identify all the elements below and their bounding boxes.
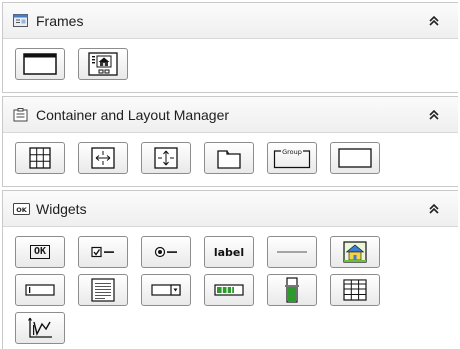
progress-bar-icon (214, 284, 244, 296)
frame-with-image-icon (88, 52, 118, 76)
container-section-icon (13, 108, 28, 122)
section-title: Container and Layout Manager (36, 106, 230, 123)
vertical-layout-button[interactable] (141, 142, 191, 174)
combo-box-icon (151, 284, 181, 296)
section-container-layout: Container and Layout Manager Group (2, 96, 458, 187)
grid-layout-button[interactable] (15, 142, 65, 174)
section-header-container-layout[interactable]: Container and Layout Manager (3, 97, 458, 133)
section-widgets: OK Widgets OK label (2, 190, 458, 349)
button-icon: OK (29, 245, 51, 259)
vertical-layout-icon (154, 147, 178, 169)
image-icon (343, 241, 367, 263)
separator-widget[interactable] (267, 236, 317, 268)
section-body-widgets: OK label (3, 227, 458, 349)
panel-button[interactable] (330, 142, 380, 174)
text-area-icon (91, 278, 115, 302)
progress-bar-widget[interactable] (204, 274, 254, 306)
section-frames: Frames (2, 2, 458, 93)
label-widget[interactable]: label (204, 236, 254, 268)
checkbox-widget[interactable] (78, 236, 128, 268)
group-box-label: Group (282, 148, 302, 156)
section-body-frames (3, 39, 458, 92)
text-field-icon (25, 284, 55, 296)
section-header-frames[interactable]: Frames (3, 3, 458, 39)
panel-icon (338, 148, 372, 168)
table-icon (343, 279, 367, 301)
checkbox-icon (91, 246, 115, 258)
section-header-widgets[interactable]: OK Widgets (3, 191, 458, 227)
radio-button-widget[interactable] (141, 236, 191, 268)
horizontal-layout-button[interactable] (78, 142, 128, 174)
widget-palette: Frames Container and Layout Manager Grou… (2, 2, 458, 349)
section-title: Frames (36, 12, 84, 29)
horizontal-layout-icon (91, 147, 115, 169)
window-frame-icon (23, 53, 57, 75)
image-widget[interactable] (330, 236, 380, 268)
tab-panel-icon (217, 147, 241, 169)
tab-panel-button[interactable] (204, 142, 254, 174)
text-area-widget[interactable] (78, 274, 128, 306)
chart-widget[interactable] (15, 312, 65, 344)
double-chevron-up-icon[interactable] (428, 108, 440, 120)
double-chevron-up-icon[interactable] (428, 14, 440, 26)
widgets-section-icon: OK (13, 202, 30, 215)
section-title: Widgets (36, 200, 87, 217)
button-widget[interactable]: OK (15, 236, 65, 268)
frame-section-icon (13, 14, 28, 27)
group-box-button[interactable]: Group (267, 142, 317, 174)
window-frame-button[interactable] (15, 48, 65, 80)
slider-gauge-widget[interactable] (267, 274, 317, 306)
double-chevron-up-icon[interactable] (428, 202, 440, 214)
section-body-container-layout: Group (3, 133, 458, 186)
group-box-icon: Group (273, 147, 311, 169)
widgets-section-icon-label: OK (16, 206, 28, 214)
separator-icon (277, 250, 307, 254)
label-icon: label (213, 245, 245, 259)
table-widget[interactable] (330, 274, 380, 306)
radio-button-icon (154, 246, 178, 258)
chart-icon (27, 317, 53, 339)
text-field-widget[interactable] (15, 274, 65, 306)
image-frame-button[interactable] (78, 48, 128, 80)
combo-box-widget[interactable] (141, 274, 191, 306)
slider-gauge-icon (284, 277, 300, 303)
grid-layout-icon (29, 147, 51, 169)
